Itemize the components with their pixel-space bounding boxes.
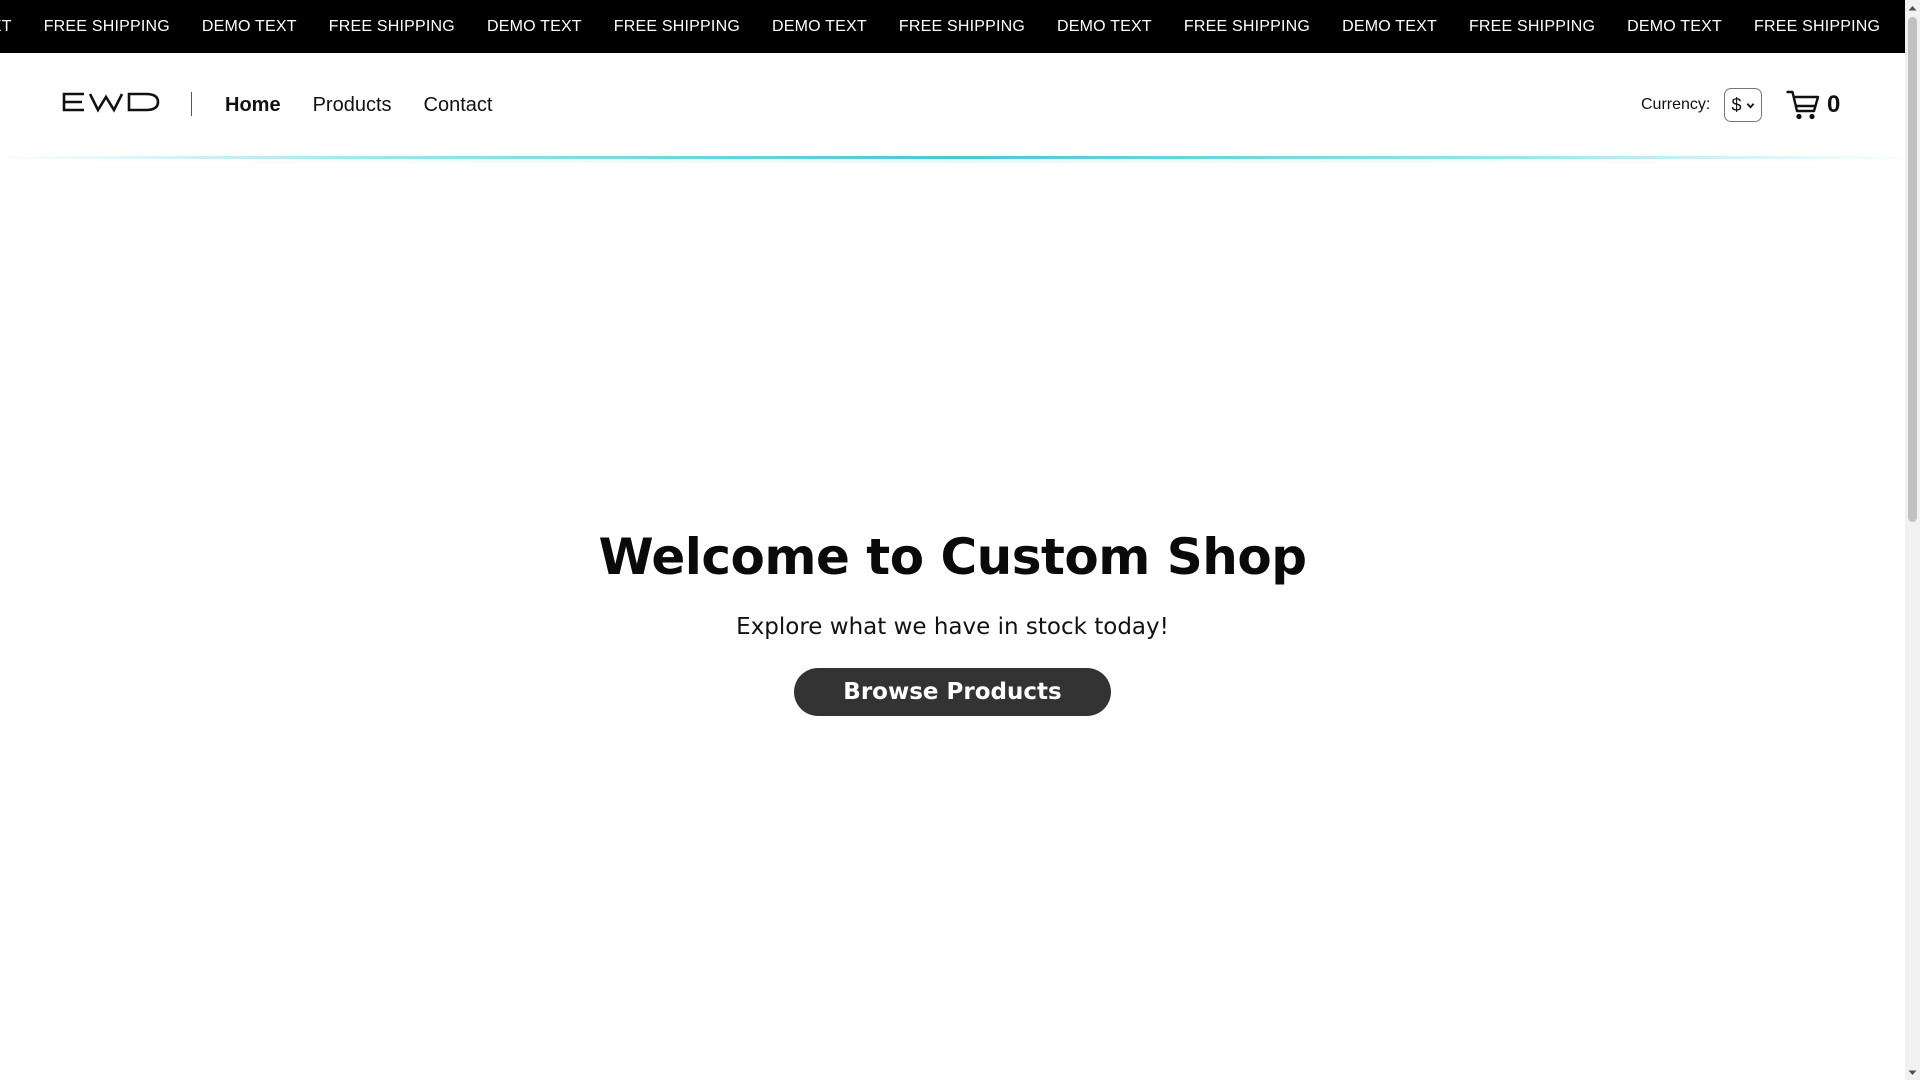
hero-subtitle: Explore what we have in stock today! (736, 614, 1169, 640)
nav-link-contact[interactable]: Contact (424, 94, 493, 117)
ticker-item: FREE SHIPPING (1468, 17, 1596, 35)
chevron-down-icon (1746, 102, 1754, 109)
announcement-ticker: TEXT FREE SHIPPING DEMO TEXT FREE SHIPPING D… (0, 0, 1909, 53)
header-divider-glow-soft (0, 159, 1909, 163)
ticker-item: FREE SHIPPING (43, 17, 170, 35)
ewd-logo[interactable] (62, 91, 160, 113)
currency-label: Currency: (1641, 96, 1711, 113)
nav-link-home[interactable]: Home (225, 94, 281, 117)
ticker-item: FREE SHIPPING (1753, 17, 1881, 35)
cart-count: 0 (1827, 91, 1841, 118)
ticker-item: FREE SHIPPING (898, 17, 1026, 35)
currency-select[interactable]: $ (1724, 88, 1762, 122)
ticker-item: DEMO TEXT (201, 17, 297, 35)
ticker-item: FREE SHIPPING (613, 17, 740, 35)
page: TEXT FREE SHIPPING DEMO TEXT FREE SHIPPING D… (0, 0, 1920, 1080)
currency-value: $ (1731, 94, 1742, 115)
ticker-item: FREE SHIPPING (1183, 17, 1311, 35)
scroll-up-arrow-icon[interactable] (1905, 0, 1920, 15)
ticker-item: DEMO TEXT (771, 17, 867, 35)
ticker-item: TEXT (0, 17, 12, 35)
logo-divider (191, 92, 192, 116)
ticker-item: DEMO TEXT (486, 17, 582, 35)
ticker-item: DEMO TEXT (1057, 17, 1152, 35)
nav-link-products[interactable]: Products (313, 94, 392, 117)
scroll-down-arrow-icon[interactable] (1905, 1065, 1920, 1080)
ticker-item: DEMO TEXT (1342, 17, 1437, 35)
scroll-thumb[interactable] (1908, 17, 1917, 522)
cart-icon[interactable] (1786, 89, 1820, 121)
main-nav: Home Products Contact (225, 53, 524, 157)
site-header: Home Products Contact Currency: $ 0 (0, 53, 1909, 157)
ticker-item: DEMO TEXT (1627, 17, 1722, 35)
browse-products-button[interactable]: Browse Products (794, 668, 1111, 716)
page-scrollbar[interactable] (1905, 0, 1920, 1080)
ticker-track: TEXT FREE SHIPPING DEMO TEXT FREE SHIPPING D… (0, 0, 1909, 53)
ticker-item: FREE SHIPPING (328, 17, 455, 35)
hero-title: Welcome to Custom Shop (598, 528, 1307, 586)
